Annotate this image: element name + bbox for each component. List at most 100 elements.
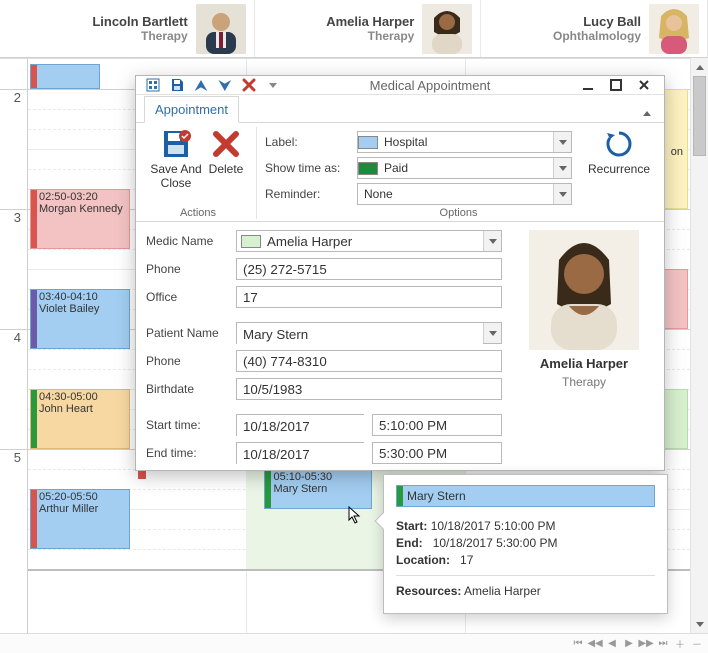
appointment-block[interactable]: 02:50-03:20 Morgan Kennedy — [30, 189, 130, 249]
ribbon-caption-options: Options — [440, 205, 478, 219]
scroll-thumb[interactable] — [693, 76, 706, 156]
appointment-block[interactable]: 03:40-04:10 Violet Bailey — [30, 289, 130, 349]
ribbon-collapse-icon[interactable] — [638, 104, 656, 122]
appointment-dialog: ⮝ ⮟ Medical Appointment Appointment — [135, 75, 665, 471]
time-label-5: 5 — [0, 449, 27, 569]
ribbon-caption-actions: Actions — [180, 205, 216, 219]
vertical-scrollbar[interactable] — [690, 58, 708, 633]
end-time-field[interactable] — [372, 442, 502, 464]
birthdate-label: Birthdate — [146, 382, 228, 396]
show-time-swatch — [358, 162, 378, 175]
birthdate-field[interactable] — [236, 378, 502, 400]
patient-name-dropdown[interactable] — [236, 322, 502, 344]
avatar — [196, 4, 246, 54]
undo-icon[interactable]: ⮝ — [192, 76, 210, 94]
label-label: Label: — [265, 135, 351, 149]
medic-side-dept: Therapy — [514, 375, 654, 389]
start-time-label: Start time: — [146, 418, 228, 432]
col3-dept: Ophthalmology — [553, 29, 641, 43]
start-time-field[interactable] — [372, 414, 502, 436]
quick-access-toolbar: ⮝ ⮟ — [140, 76, 282, 94]
maximize-button[interactable] — [606, 76, 626, 94]
end-time-label: End time: — [146, 446, 228, 460]
label-dropdown[interactable]: Hospital — [357, 131, 572, 153]
medic-name-field[interactable] — [261, 231, 483, 251]
titlebar[interactable]: ⮝ ⮟ Medical Appointment — [136, 76, 664, 95]
qat-dropdown-icon[interactable] — [264, 76, 282, 94]
reminder-label: Reminder: — [265, 187, 351, 201]
col2-name: Amelia Harper — [326, 14, 414, 30]
time-label-3: 3 — [0, 209, 27, 329]
avatar — [422, 4, 472, 54]
close-button[interactable] — [634, 76, 654, 94]
tooltip-location-label: Location: — [396, 553, 450, 567]
ribbon-group-options: Label: Hospital Show time as: Paid — [256, 127, 660, 219]
medic-name-dropdown[interactable] — [236, 230, 502, 252]
time-label-2: 2 — [0, 89, 27, 209]
medic-avatar — [529, 230, 639, 350]
medic-side-name: Amelia Harper — [514, 356, 654, 371]
end-date-dropdown[interactable] — [236, 442, 364, 464]
ribbon: Save And Close Delete Actions Label: — [136, 123, 664, 222]
nav-prev-icon[interactable]: ◀ — [605, 637, 619, 651]
medic-side-panel: Amelia Harper Therapy — [514, 230, 654, 464]
label-swatch — [358, 136, 378, 149]
scroll-down-button[interactable] — [691, 615, 708, 633]
column-head-1[interactable]: Lincoln Bartlett Therapy — [28, 0, 255, 57]
zoom-out-icon[interactable]: － — [690, 637, 704, 651]
nav-last-icon[interactable]: ⏭ — [656, 637, 670, 651]
show-time-as-dropdown[interactable]: Paid — [357, 157, 572, 179]
reminder-dropdown[interactable]: None — [357, 183, 572, 205]
patient-name-label: Patient Name — [146, 326, 228, 340]
tooltip-end: 10/18/2017 5:30:00 PM — [433, 536, 558, 550]
scroll-up-button[interactable] — [691, 58, 708, 76]
patient-name-field[interactable] — [237, 323, 483, 345]
minimize-button[interactable] — [578, 76, 598, 94]
recurrence-button[interactable]: Recurrence — [586, 127, 652, 177]
time-gutter: 2 3 4 5 — [0, 59, 28, 633]
nav-first-icon[interactable]: ⏮ — [571, 637, 585, 651]
appointment-block[interactable]: 04:30-05:00 John Heart — [30, 389, 130, 449]
start-date-dropdown[interactable] — [236, 414, 364, 436]
chevron-down-icon — [553, 184, 571, 204]
patient-phone-field[interactable] — [236, 350, 502, 372]
medic-phone-label: Phone — [146, 262, 228, 276]
tooltip-resources-label: Resources: — [396, 584, 461, 598]
show-time-as-label: Show time as: — [265, 161, 351, 175]
redo-icon[interactable]: ⮟ — [216, 76, 234, 94]
appointment-block[interactable] — [30, 64, 100, 89]
nav-bar: ⏮ ◀◀ ◀ ▶ ▶▶ ⏭ ＋ － — [0, 633, 708, 653]
tab-appointment[interactable]: Appointment — [144, 96, 239, 123]
tooltip-resources: Amelia Harper — [464, 584, 541, 598]
nav-prev-page-icon[interactable]: ◀◀ — [588, 637, 602, 651]
qat-menu-icon[interactable] — [144, 76, 162, 94]
medic-swatch — [241, 235, 261, 248]
save-and-close-button[interactable]: Save And Close — [148, 127, 204, 191]
save-icon[interactable] — [168, 76, 186, 94]
column-headers: Lincoln Bartlett Therapy Amelia Harper T… — [0, 0, 708, 58]
column-head-3[interactable]: Lucy Ball Ophthalmology — [481, 0, 708, 57]
office-label: Office — [146, 290, 228, 304]
appointment-block[interactable]: 05:20-05:50 Arthur Miller — [30, 489, 130, 549]
appointment-tooltip: Mary Stern Start: 10/18/2017 5:10:00 PM … — [383, 474, 668, 614]
office-field[interactable] — [236, 286, 502, 308]
time-label-4: 4 — [0, 329, 27, 449]
medic-name-label: Medic Name — [146, 234, 228, 248]
col1-name: Lincoln Bartlett — [92, 14, 187, 30]
tooltip-subject: Mary Stern — [396, 485, 655, 507]
nav-next-icon[interactable]: ▶ — [622, 637, 636, 651]
delete-large-icon — [209, 127, 243, 161]
patient-phone-label: Phone — [146, 354, 228, 368]
delete-icon[interactable] — [240, 76, 258, 94]
ribbon-tabs: Appointment — [136, 95, 664, 123]
appointment-form: Medic Name Phone Office Patient Name — [136, 222, 664, 474]
tooltip-start: 10/18/2017 5:10:00 PM — [431, 519, 556, 533]
tooltip-location: 17 — [460, 553, 473, 567]
nav-next-page-icon[interactable]: ▶▶ — [639, 637, 653, 651]
medic-phone-field[interactable] — [236, 258, 502, 280]
column-head-2[interactable]: Amelia Harper Therapy — [255, 0, 482, 57]
zoom-in-icon[interactable]: ＋ — [673, 637, 687, 651]
delete-button[interactable]: Delete — [204, 127, 248, 177]
appointment-block-selected[interactable]: 05:10-05:30 Mary Stern — [264, 469, 372, 509]
tooltip-start-label: Start: — [396, 519, 427, 533]
